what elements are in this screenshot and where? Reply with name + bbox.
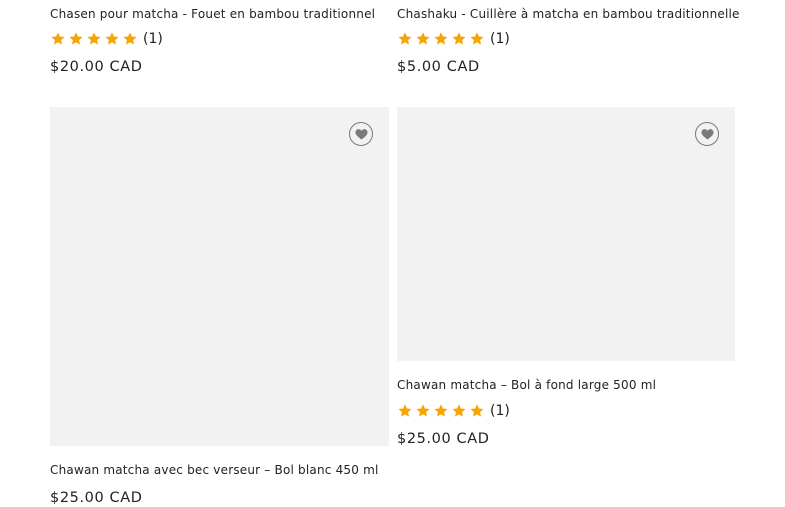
- star-icon: [398, 32, 412, 45]
- star-icon: [51, 32, 65, 45]
- product-image[interactable]: [397, 107, 735, 361]
- star-icon: [434, 404, 448, 417]
- product-card-chawan-large[interactable]: Chawan matcha – Bol à fond large 500 ml …: [397, 377, 737, 448]
- star-rating: [397, 31, 485, 47]
- rating: (1): [397, 29, 737, 49]
- star-icon: [69, 32, 83, 45]
- wishlist-button[interactable]: [695, 122, 719, 146]
- star-rating: [50, 31, 138, 47]
- star-icon: [452, 32, 466, 45]
- star-icon: [434, 32, 448, 45]
- product-price: $20.00 CAD: [50, 59, 143, 75]
- star-icon: [470, 32, 484, 45]
- product-price: $25.00 CAD: [50, 490, 143, 506]
- rating-count: (1): [143, 31, 163, 47]
- product-title[interactable]: Chasen pour matcha - Fouet en bambou tra…: [50, 6, 390, 22]
- product-title[interactable]: Chashaku - Cuillère à matcha en bambou t…: [397, 6, 739, 22]
- star-icon: [398, 404, 412, 417]
- heart-icon: [700, 129, 714, 140]
- star-icon: [105, 32, 119, 45]
- star-icon: [87, 32, 101, 45]
- rating: (1): [50, 29, 390, 49]
- star-icon: [452, 404, 466, 417]
- rating: (1): [397, 401, 737, 421]
- star-rating: [397, 403, 485, 419]
- product-price: $5.00 CAD: [397, 59, 480, 75]
- star-icon: [470, 404, 484, 417]
- product-price: $25.00 CAD: [397, 431, 490, 447]
- product-title[interactable]: Chawan matcha avec bec verseur – Bol bla…: [50, 462, 390, 478]
- rating-count: (1): [490, 31, 510, 47]
- rating-count: (1): [490, 403, 510, 419]
- product-card-chasen[interactable]: Chasen pour matcha - Fouet en bambou tra…: [50, 6, 390, 76]
- heart-icon: [354, 129, 368, 140]
- star-icon: [416, 32, 430, 45]
- star-icon: [416, 404, 430, 417]
- product-card-chashaku[interactable]: Chashaku - Cuillère à matcha en bambou t…: [397, 6, 739, 76]
- product-title[interactable]: Chawan matcha – Bol à fond large 500 ml: [397, 377, 737, 393]
- product-card-chawan-bec[interactable]: Chawan matcha avec bec verseur – Bol bla…: [50, 462, 390, 507]
- star-icon: [123, 32, 137, 45]
- product-image[interactable]: [50, 107, 389, 446]
- wishlist-button[interactable]: [349, 122, 373, 146]
